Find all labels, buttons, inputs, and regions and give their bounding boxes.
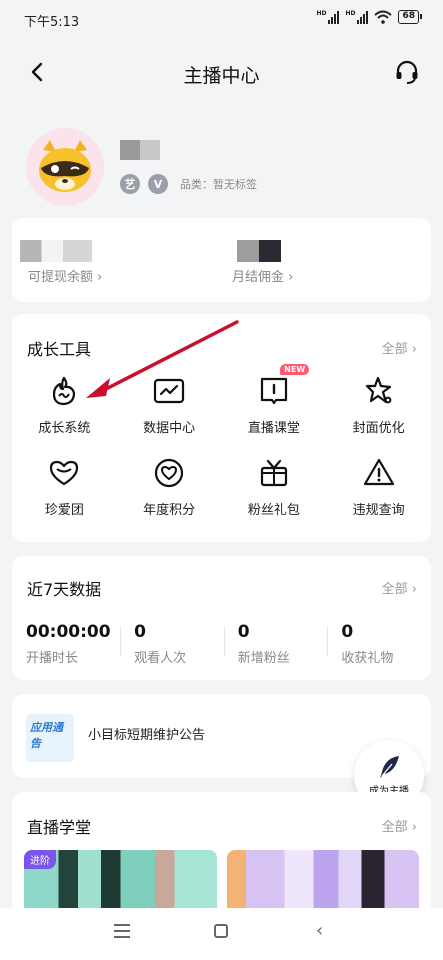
home-icon[interactable] bbox=[214, 924, 228, 938]
navbar: 主播中心 bbox=[0, 50, 443, 94]
tool-label: 直播课堂 bbox=[247, 421, 300, 436]
heart-circle-icon bbox=[155, 458, 184, 488]
tool-label: 成长系统 bbox=[38, 421, 91, 436]
wifi-icon bbox=[374, 10, 393, 24]
commission-label: 月结佣金 bbox=[232, 270, 285, 285]
live-school-all-link[interactable]: 全部 › bbox=[382, 816, 417, 835]
profile-badges: 艺 V 品类：暂无标签 bbox=[120, 174, 257, 194]
signal-icon: HD bbox=[316, 10, 340, 24]
stat-live-duration[interactable]: 00:00:00 开播时长 bbox=[12, 622, 120, 666]
stat-value: 0 bbox=[341, 622, 354, 642]
withdrawable-label: 可提现余额 bbox=[28, 270, 94, 285]
page-title: 主播中心 bbox=[183, 65, 260, 87]
profile-section: 艺 V 品类：暂无标签 bbox=[26, 128, 423, 208]
signal-icon: HD bbox=[345, 10, 369, 24]
tool-live-classroom[interactable]: NEW 直播课堂 bbox=[222, 364, 327, 436]
tool-label: 封面优化 bbox=[352, 421, 405, 436]
stats-row: 00:00:00 开播时长 0 观看人次 0 新增粉丝 0 收获礼物 bbox=[12, 622, 431, 666]
tool-fan-gift[interactable]: 粉丝礼包 bbox=[222, 456, 327, 518]
all-label: 全部 bbox=[381, 820, 408, 835]
tool-fan-club[interactable]: 珍爱团 bbox=[12, 456, 117, 518]
streamer-name-blurred bbox=[120, 140, 160, 160]
notice-image-text: 应用通告 bbox=[30, 721, 63, 750]
tool-cover-optimize[interactable]: 封面优化 bbox=[326, 374, 431, 436]
stat-gifts[interactable]: 0 收获礼物 bbox=[327, 622, 431, 666]
status-time: 下午5:13 bbox=[24, 15, 80, 30]
stat-value: 00:00:00 bbox=[26, 622, 111, 642]
notice-text: 小目标短期维护公告 bbox=[88, 728, 206, 743]
flame-icon bbox=[53, 376, 76, 406]
growth-tools-title: 成长工具 bbox=[27, 340, 92, 359]
withdrawable-amount-blurred bbox=[20, 240, 92, 262]
avatar[interactable] bbox=[26, 128, 104, 206]
tool-annual-points[interactable]: 年度积分 bbox=[117, 456, 222, 518]
withdrawable-link[interactable]: 可提现余额 › bbox=[28, 266, 102, 285]
all-label: 全部 bbox=[381, 582, 408, 597]
verified-badge: V bbox=[148, 174, 168, 194]
stat-label: 开播时长 bbox=[26, 651, 79, 666]
all-label: 全部 bbox=[381, 342, 408, 357]
menu-icon[interactable] bbox=[114, 924, 130, 938]
stat-label: 收获礼物 bbox=[341, 651, 394, 666]
commission-amount-blurred bbox=[237, 240, 281, 262]
battery-icon: 68 bbox=[398, 10, 422, 24]
sparkle-icon bbox=[365, 376, 392, 404]
headset-icon[interactable] bbox=[393, 58, 421, 86]
raccoon-avatar-icon bbox=[26, 128, 104, 206]
recent-data-title: 近7天数据 bbox=[27, 580, 102, 599]
tool-label: 粉丝礼包 bbox=[247, 503, 300, 518]
system-nav-bar: ‹ bbox=[0, 908, 443, 960]
tool-label: 年度积分 bbox=[143, 503, 196, 518]
gift-icon bbox=[260, 459, 287, 487]
warning-icon bbox=[363, 458, 394, 486]
stat-label: 观看人次 bbox=[134, 651, 187, 666]
notice-image: 应用通告 bbox=[26, 714, 74, 762]
status-icons: HD HD 68 bbox=[316, 10, 422, 24]
tool-label: 数据中心 bbox=[143, 421, 196, 436]
tool-data-center[interactable]: 数据中心 bbox=[117, 374, 222, 436]
tool-grid: 成长系统 数据中心 NEW 直播课堂 封面优化 珍爱团 年度积分 粉丝礼包 违规… bbox=[12, 364, 431, 518]
growth-tools-card: 成长工具 全部 › 成长系统 数据中心 NEW 直播课堂 封面优化 珍爱团 年度… bbox=[12, 314, 431, 542]
stat-new-fans[interactable]: 0 新增粉丝 bbox=[223, 622, 328, 666]
growth-tools-all-link[interactable]: 全部 › bbox=[382, 338, 417, 357]
status-bar: 下午5:13 HD HD 68 bbox=[0, 0, 443, 40]
tool-label: 珍爱团 bbox=[44, 503, 84, 518]
recent-data-card: 近7天数据 全部 › 00:00:00 开播时长 0 观看人次 0 新增粉丝 0… bbox=[12, 556, 431, 680]
stat-value: 0 bbox=[237, 622, 250, 642]
back-nav-icon[interactable]: ‹ bbox=[316, 920, 323, 941]
feather-icon bbox=[380, 755, 399, 778]
balance-card: 可提现余额 › 月结佣金 › bbox=[12, 218, 431, 302]
live-school-title: 直播学堂 bbox=[27, 818, 92, 837]
new-badge: NEW bbox=[280, 364, 310, 375]
category-label: 品类：暂无标签 bbox=[180, 178, 257, 191]
tool-growth-system[interactable]: 成长系统 bbox=[12, 374, 117, 436]
tool-violation-query[interactable]: 违规查询 bbox=[326, 456, 431, 518]
recent-data-all-link[interactable]: 全部 › bbox=[382, 578, 417, 597]
tool-label: 违规查询 bbox=[352, 503, 405, 518]
stat-label: 新增粉丝 bbox=[237, 651, 290, 666]
stat-viewers[interactable]: 0 观看人次 bbox=[120, 622, 224, 666]
book-icon bbox=[260, 377, 287, 405]
course-tag: 进阶 bbox=[24, 850, 56, 869]
chart-icon bbox=[154, 378, 185, 404]
heart-icon bbox=[50, 460, 79, 486]
commission-link[interactable]: 月结佣金 › bbox=[232, 266, 293, 285]
stat-value: 0 bbox=[134, 622, 146, 642]
art-badge: 艺 bbox=[120, 174, 140, 194]
